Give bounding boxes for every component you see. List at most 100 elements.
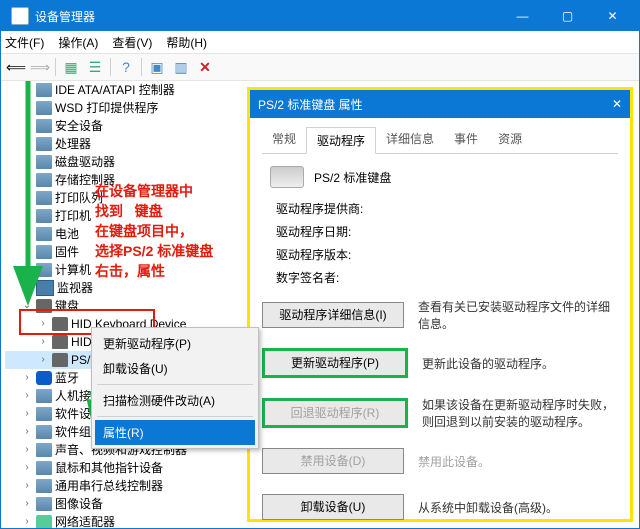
tab-resources[interactable]: 资源: [488, 126, 532, 153]
dialog-body: 常规 驱动程序 详细信息 事件 资源 PS/2 标准键盘 驱动程序提供商: 驱动…: [250, 118, 630, 519]
expand-icon[interactable]: ›: [37, 315, 49, 333]
tree-node[interactable]: ›安全设备: [5, 117, 235, 135]
titlebar[interactable]: 设备管理器 — ▢ ✕: [1, 1, 639, 31]
maximize-button[interactable]: ▢: [545, 1, 590, 31]
expand-icon[interactable]: ›: [21, 243, 33, 261]
expand-icon[interactable]: ›: [21, 495, 33, 513]
tree-node-label: 电池: [55, 225, 79, 243]
field-date: 驱动程序日期:: [276, 223, 618, 240]
rollback-driver-desc: 如果该设备在更新驱动程序时失败，则回退到以前安装的驱动程序。: [422, 396, 618, 430]
tree-node[interactable]: ›IDE ATA/ATAPI 控制器: [5, 81, 235, 99]
disable-device-desc: 禁用此设备。: [418, 453, 618, 470]
tree-node-label: 打印机: [55, 207, 91, 225]
ctx-scan-hardware[interactable]: 扫描检测硬件改动(A): [95, 388, 255, 413]
monitor-icon[interactable]: ▣: [148, 58, 166, 76]
update-driver-button[interactable]: 更新驱动程序(P): [262, 348, 408, 378]
dev-icon: [36, 479, 52, 493]
dev-icon: [36, 227, 52, 241]
kb-icon: [36, 299, 52, 313]
help-icon[interactable]: ?: [117, 58, 135, 76]
tab-events[interactable]: 事件: [444, 126, 488, 153]
tab-details[interactable]: 详细信息: [376, 126, 444, 153]
tab-general[interactable]: 常规: [262, 126, 306, 153]
expand-icon[interactable]: ›: [21, 369, 33, 387]
expand-icon[interactable]: ›: [21, 513, 33, 528]
tree-node-label: 通用串行总线控制器: [55, 477, 163, 495]
dialog-titlebar[interactable]: PS/2 标准键盘 属性 ✕: [250, 90, 630, 118]
delete-icon[interactable]: ✕: [196, 58, 214, 76]
expand-icon[interactable]: ›: [21, 423, 33, 441]
tree-node[interactable]: ›处理器: [5, 135, 235, 153]
nav-back-icon[interactable]: ⟸: [7, 58, 25, 76]
tree-node[interactable]: › WSD 打印提供程序: [5, 99, 235, 117]
ctx-update-driver[interactable]: 更新驱动程序(P): [95, 331, 255, 356]
expand-icon[interactable]: ›: [21, 99, 33, 117]
tree-node[interactable]: › 打印机: [5, 207, 235, 225]
tree-node[interactable]: ›磁盘驱动器: [5, 153, 235, 171]
ctx-uninstall[interactable]: 卸载设备(U): [95, 356, 255, 381]
tree-node[interactable]: ›鼠标和其他指针设备: [5, 459, 235, 477]
expand-icon[interactable]: ›: [21, 477, 33, 495]
tree-node[interactable]: › 图像设备: [5, 495, 235, 513]
expand-icon[interactable]: ›: [21, 189, 33, 207]
kb-icon: [52, 317, 68, 331]
rollback-driver-button[interactable]: 回退驱动程序(R): [262, 398, 408, 428]
tab-driver[interactable]: 驱动程序: [306, 127, 376, 154]
dialog-close-button[interactable]: ✕: [612, 97, 622, 111]
dev-icon: [36, 191, 52, 205]
tree-node[interactable]: ›计算机: [5, 261, 235, 279]
details-icon[interactable]: ☰: [86, 58, 104, 76]
tree-node-label: 图像设备: [55, 495, 103, 513]
content-area: ›IDE ATA/ATAPI 控制器›WSD 打印提供程序›安全设备›处理器›磁…: [1, 81, 639, 528]
tree-node-label: 键盘: [55, 297, 79, 315]
tree-node[interactable]: › 存储控制器: [5, 171, 235, 189]
view-icon[interactable]: ▦: [62, 58, 80, 76]
close-button[interactable]: ✕: [590, 1, 635, 31]
expand-icon[interactable]: ›: [21, 135, 33, 153]
tree-node-label: 存储控制器: [55, 171, 115, 189]
expand-icon[interactable]: ›: [21, 117, 33, 135]
driver-details-button[interactable]: 驱动程序详细信息(I): [262, 302, 404, 328]
tree-node-label: WSD 打印提供程序: [55, 99, 158, 117]
scan-icon[interactable]: ▥: [172, 58, 190, 76]
ctx-properties[interactable]: 属性(R): [95, 420, 255, 445]
dev-icon: [36, 407, 52, 421]
expand-icon[interactable]: ›: [21, 207, 33, 225]
menu-action[interactable]: 操作(A): [58, 34, 98, 51]
uninstall-device-button[interactable]: 卸载设备(U): [262, 494, 404, 520]
expand-icon[interactable]: ›: [37, 333, 49, 351]
expand-icon[interactable]: ›: [21, 279, 33, 297]
tree-node[interactable]: ›打印队列: [5, 189, 235, 207]
disable-device-button[interactable]: 禁用设备(D): [262, 448, 404, 474]
expand-icon[interactable]: ›: [21, 441, 33, 459]
expand-icon[interactable]: ›: [21, 261, 33, 279]
expand-icon[interactable]: ›: [21, 81, 33, 99]
properties-dialog-frame: PS/2 标准键盘 属性 ✕ 常规 驱动程序 详细信息 事件 资源 PS/2 标…: [247, 87, 633, 522]
expand-icon[interactable]: ›: [21, 405, 33, 423]
tree-node[interactable]: › 电池: [5, 225, 235, 243]
expand-icon[interactable]: ›: [21, 387, 33, 405]
expand-icon[interactable]: ›: [21, 153, 33, 171]
dev-icon: [36, 209, 52, 223]
update-driver-desc: 更新此设备的驱动程序。: [422, 355, 618, 372]
tree-node[interactable]: › 通用串行总线控制器: [5, 477, 235, 495]
menu-file[interactable]: 文件(F): [5, 34, 44, 51]
dev-icon: [36, 137, 52, 151]
expand-icon[interactable]: ›: [37, 351, 49, 369]
mon-icon: [36, 280, 54, 296]
device-name: PS/2 标准键盘: [314, 169, 391, 186]
menu-help[interactable]: 帮助(H): [166, 34, 207, 51]
tree-node[interactable]: ⌄ 键盘: [5, 297, 235, 315]
tree-node[interactable]: ›监视器: [5, 279, 235, 297]
collapse-icon[interactable]: ⌄: [21, 297, 33, 315]
expand-icon[interactable]: ›: [21, 225, 33, 243]
device-tree[interactable]: ›IDE ATA/ATAPI 控制器›WSD 打印提供程序›安全设备›处理器›磁…: [5, 81, 235, 528]
minimize-button[interactable]: —: [500, 1, 545, 31]
menu-view[interactable]: 查看(V): [112, 34, 152, 51]
expand-icon[interactable]: ›: [21, 171, 33, 189]
dev-icon: [36, 101, 52, 115]
tree-node[interactable]: ›固件: [5, 243, 235, 261]
expand-icon[interactable]: ›: [21, 459, 33, 477]
nav-forward-icon[interactable]: ⟹: [31, 58, 49, 76]
tree-node[interactable]: ›网络适配器: [5, 513, 235, 528]
